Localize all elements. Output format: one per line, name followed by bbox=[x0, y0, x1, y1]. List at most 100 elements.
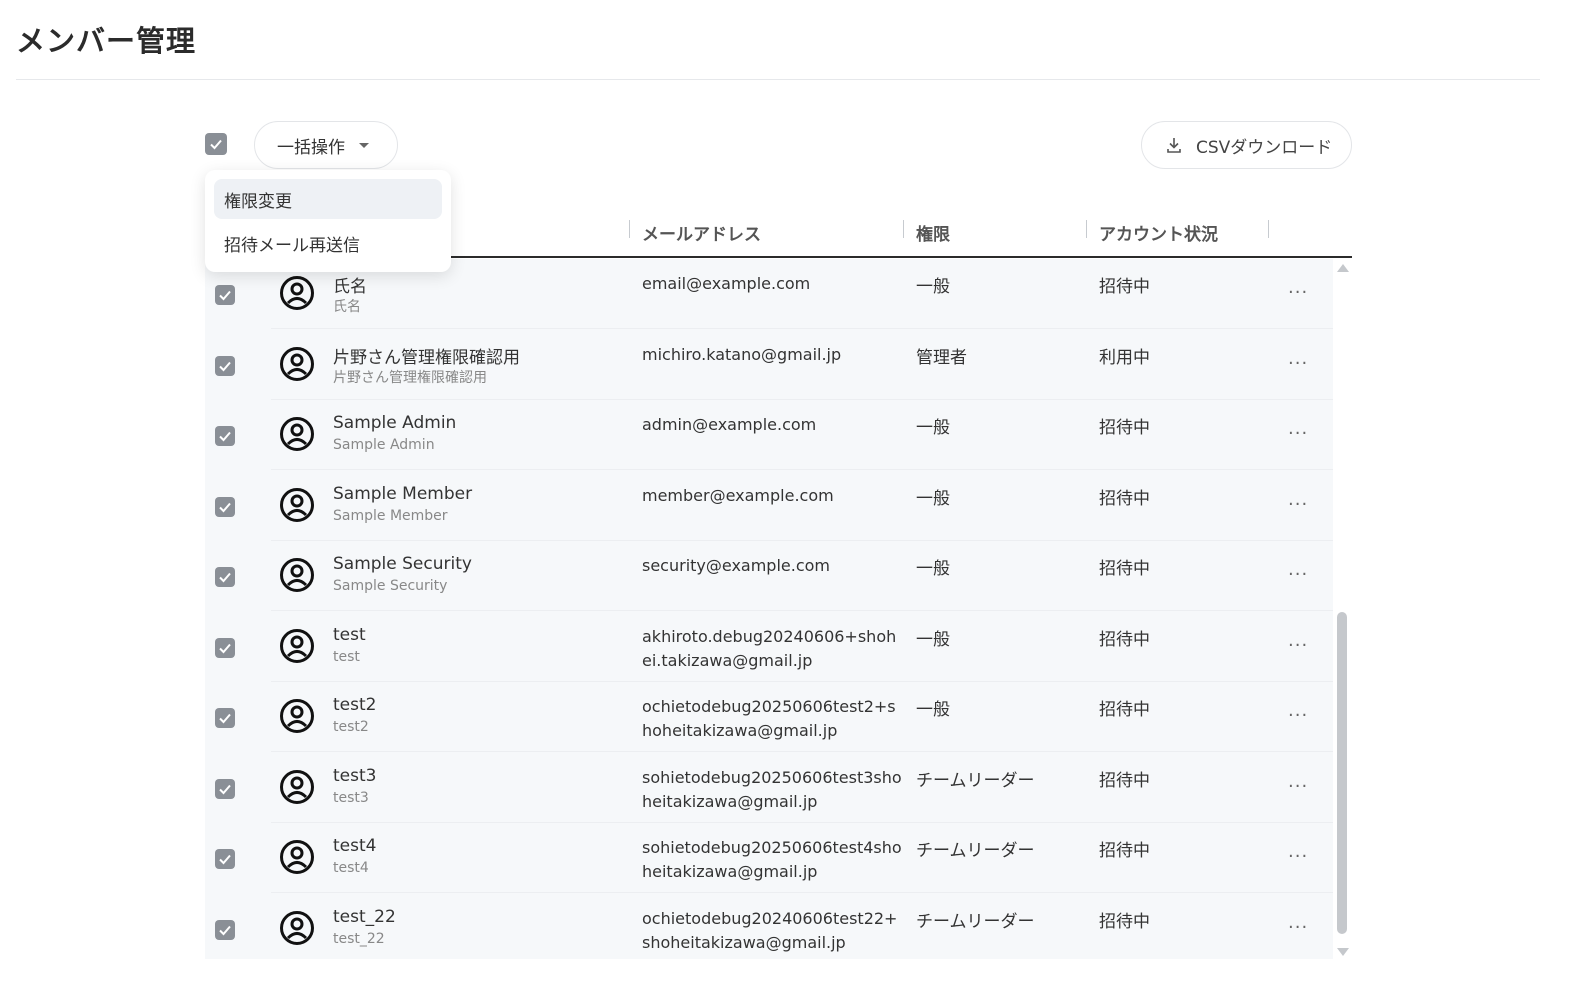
check-icon bbox=[219, 643, 231, 653]
row-checkbox[interactable] bbox=[215, 426, 235, 446]
user-avatar-icon bbox=[279, 628, 315, 664]
row-checkbox[interactable] bbox=[215, 637, 235, 658]
bulk-action-button[interactable]: 一括操作 bbox=[254, 121, 398, 169]
member-status: 招待中 bbox=[1099, 418, 1150, 438]
scroll-down-arrow-icon[interactable] bbox=[1337, 948, 1349, 956]
member-role: 一般 bbox=[916, 629, 950, 650]
user-avatar-icon bbox=[279, 275, 315, 311]
member-role: 一般 bbox=[916, 559, 950, 579]
table-row[interactable]: test3 test3 sohietodebug20250606test3shohe… bbox=[205, 753, 1333, 823]
member-role: 一般 bbox=[916, 277, 950, 297]
more-actions-icon[interactable]: ... bbox=[1288, 630, 1308, 651]
more-actions-icon[interactable]: ... bbox=[1288, 771, 1308, 792]
table-row[interactable]: test_22 test_22 ochietodebug20240606test22… bbox=[205, 894, 1333, 960]
member-status: 招待中 bbox=[1099, 700, 1150, 720]
member-status: 招待中 bbox=[1099, 770, 1150, 791]
member-email: member@example.com bbox=[642, 485, 834, 505]
table-row[interactable]: Sample Member Sample Member member@example… bbox=[205, 471, 1333, 541]
member-role: チームリーダー bbox=[916, 911, 1035, 932]
table-row[interactable]: Sample Security Sample Security security@e… bbox=[205, 541, 1333, 611]
menu-item-change-permission[interactable]: 権限変更 bbox=[214, 179, 442, 219]
member-email: sohietodebug20250606test3shoheitakizawa@… bbox=[642, 767, 902, 811]
member-email: email@example.com bbox=[642, 274, 811, 293]
check-icon bbox=[219, 784, 231, 794]
more-actions-icon[interactable]: ... bbox=[1288, 912, 1308, 933]
bulk-action-label: 一括操作 bbox=[277, 137, 345, 158]
user-avatar-icon bbox=[279, 346, 315, 382]
member-status: 利用中 bbox=[1099, 347, 1150, 368]
member-status: 招待中 bbox=[1099, 841, 1150, 861]
check-icon bbox=[219, 290, 231, 301]
member-name: Sample Admin bbox=[333, 413, 457, 433]
column-header-status[interactable]: アカウント状況 bbox=[1099, 220, 1218, 245]
check-icon bbox=[219, 713, 231, 724]
row-checkbox[interactable] bbox=[215, 778, 235, 799]
member-subname: test4 bbox=[333, 860, 369, 876]
table-row[interactable]: test2 test2 ochietodebug20250606test2+shoh… bbox=[205, 682, 1333, 752]
row-checkbox[interactable] bbox=[215, 285, 235, 305]
member-email: security@example.com bbox=[642, 556, 831, 575]
check-icon bbox=[219, 431, 231, 442]
member-subname: test2 bbox=[333, 719, 369, 735]
member-role: 一般 bbox=[916, 488, 950, 509]
row-checkbox[interactable] bbox=[215, 708, 235, 728]
check-icon bbox=[219, 361, 231, 371]
scrollbar-thumb[interactable] bbox=[1337, 612, 1347, 934]
table-row[interactable]: test test akhiroto.debug20240606+shohei.ta… bbox=[205, 612, 1333, 682]
row-checkbox[interactable] bbox=[215, 567, 235, 587]
table-row[interactable]: test4 test4 sohietodebug20250606test4shohe… bbox=[205, 823, 1333, 893]
member-email: ochietodebug20240606test22+shoheitakizaw… bbox=[642, 908, 898, 952]
member-role: チームリーダー bbox=[916, 841, 1035, 861]
row-checkbox[interactable] bbox=[215, 355, 235, 376]
column-separator bbox=[1086, 220, 1087, 238]
more-actions-icon[interactable]: ... bbox=[1288, 700, 1308, 721]
member-subname: Sample Admin bbox=[333, 437, 435, 453]
member-subname: test_22 bbox=[333, 930, 385, 947]
user-avatar-icon bbox=[279, 698, 315, 734]
member-role: 一般 bbox=[916, 700, 950, 720]
bulk-action-menu: 権限変更 招待メール再送信 bbox=[205, 170, 451, 272]
check-icon bbox=[219, 925, 231, 935]
row-checkbox[interactable] bbox=[215, 496, 235, 517]
row-checkbox[interactable] bbox=[215, 919, 235, 940]
member-email: michiro.katano@gmail.jp bbox=[642, 344, 842, 364]
select-all-checkbox[interactable] bbox=[205, 133, 227, 155]
check-icon bbox=[219, 854, 231, 865]
csv-download-button[interactable]: CSVダウンロード bbox=[1141, 121, 1352, 169]
member-email: ochietodebug20250606test2+shoheitakizawa… bbox=[642, 697, 896, 740]
scroll-up-arrow-icon[interactable] bbox=[1337, 264, 1349, 272]
user-avatar-icon bbox=[279, 910, 315, 946]
menu-item-resend-invite[interactable]: 招待メール再送信 bbox=[214, 223, 442, 263]
table-row[interactable]: Sample Admin Sample Admin admin@example.co… bbox=[205, 400, 1333, 470]
table-row[interactable]: 片野さん管理権限確認用 片野さん管理権限確認用 michiro.katano@gma… bbox=[205, 330, 1333, 400]
more-actions-icon[interactable]: ... bbox=[1288, 277, 1308, 298]
more-actions-icon[interactable]: ... bbox=[1288, 348, 1308, 369]
member-status: 招待中 bbox=[1099, 911, 1150, 932]
scrollbar[interactable] bbox=[1335, 262, 1349, 958]
row-checkbox[interactable] bbox=[215, 849, 235, 869]
more-actions-icon[interactable]: ... bbox=[1288, 418, 1308, 439]
user-avatar-icon bbox=[279, 557, 315, 593]
more-actions-icon[interactable]: ... bbox=[1288, 841, 1308, 862]
member-subname: 片野さん管理権限確認用 bbox=[333, 369, 487, 386]
member-subname: test bbox=[333, 648, 360, 665]
member-status: 招待中 bbox=[1099, 277, 1150, 297]
page-title: メンバー管理 bbox=[16, 24, 197, 58]
member-name: test bbox=[333, 624, 366, 645]
check-icon bbox=[219, 572, 231, 583]
user-avatar-icon bbox=[279, 839, 315, 875]
member-status: 招待中 bbox=[1099, 488, 1150, 509]
column-separator bbox=[1268, 220, 1269, 238]
title-divider bbox=[16, 79, 1540, 80]
member-status: 招待中 bbox=[1099, 559, 1150, 579]
more-actions-icon[interactable]: ... bbox=[1288, 559, 1308, 580]
more-actions-icon[interactable]: ... bbox=[1288, 489, 1308, 510]
member-name: test3 bbox=[333, 765, 377, 786]
column-header-role[interactable]: 権限 bbox=[916, 220, 950, 245]
member-email: admin@example.com bbox=[642, 415, 817, 434]
member-subname: Sample Security bbox=[333, 578, 448, 594]
column-header-email[interactable]: メールアドレス bbox=[642, 220, 761, 245]
member-table-body: 氏名 氏名 email@example.com 一般 招待中... 片野さん管理権限確認用… bbox=[205, 259, 1333, 959]
csv-download-label: CSVダウンロード bbox=[1196, 137, 1333, 158]
member-name: test4 bbox=[333, 836, 377, 856]
